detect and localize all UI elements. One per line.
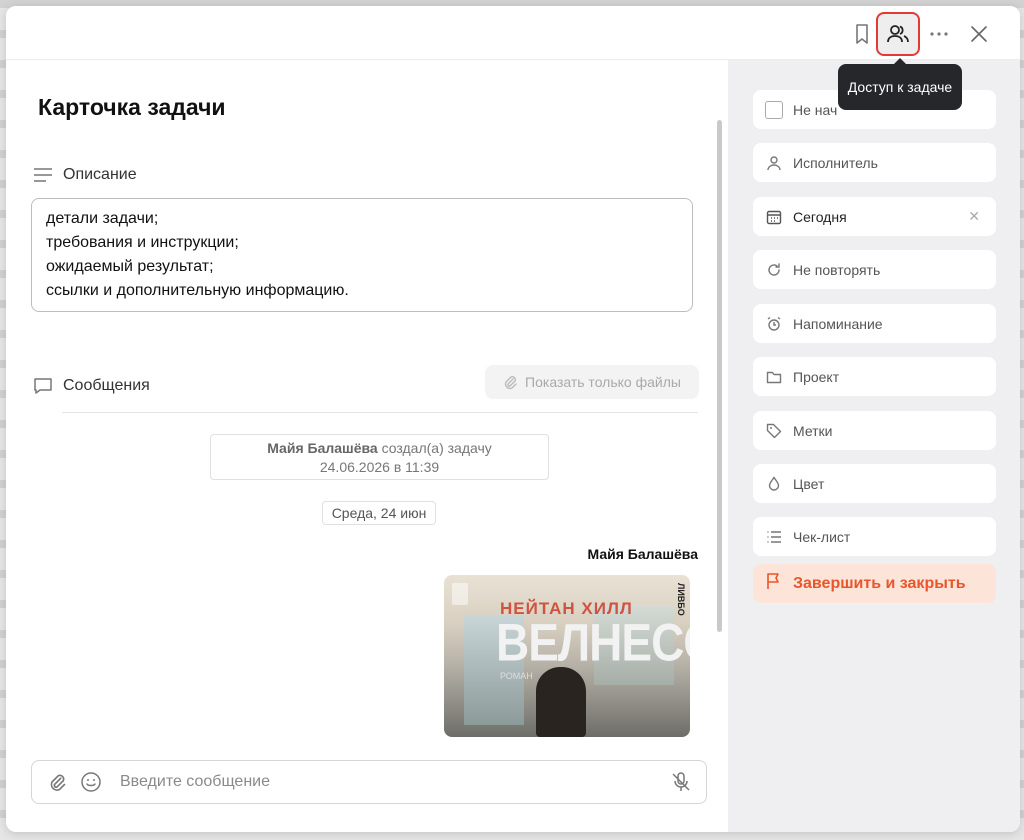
book-title: ВЕЛНЕСС [496, 612, 690, 672]
clear-date-icon[interactable]: ✕ [968, 208, 980, 225]
color-label: Цвет [793, 475, 825, 492]
color-field[interactable]: Цвет [753, 464, 996, 503]
message-composer [31, 760, 707, 804]
bookmark-button[interactable] [842, 14, 882, 54]
modal-topbar [6, 6, 1020, 60]
date-label: Сегодня [793, 208, 847, 225]
close-icon [971, 26, 987, 42]
flag-icon [765, 572, 783, 595]
smile-icon [81, 772, 101, 792]
checklist-field[interactable]: Чек-лист [753, 517, 996, 556]
page-title: Карточка задачи [38, 94, 226, 120]
finish-label: Завершить и закрыть [793, 574, 966, 592]
show-files-label: Показать только файлы [525, 374, 681, 390]
description-field[interactable]: детали задачи; требования и инструкции; … [31, 198, 693, 312]
book-publisher: ЛИВБО [676, 583, 686, 616]
checklist-icon [765, 528, 783, 546]
checklist-label: Чек-лист [793, 528, 851, 545]
reminder-field[interactable]: Напоминание [753, 304, 996, 343]
date-field[interactable]: Сегодня ✕ [753, 197, 996, 236]
access-tooltip: Доступ к задаче [838, 58, 962, 110]
messages-header: Сообщения [33, 377, 150, 395]
reminder-label: Напоминание [793, 315, 883, 332]
book-subtitle: РОМАН [500, 671, 533, 681]
message-author: Майя Балашёва [587, 546, 698, 562]
assignee-label: Исполнитель [793, 154, 878, 171]
more-button[interactable] [919, 14, 959, 54]
tags-field[interactable]: Метки [753, 411, 996, 450]
system-datetime: 24.06.2026 в 11:39 [319, 459, 440, 475]
access-button[interactable] [876, 12, 920, 56]
status-label: Не нач [793, 101, 838, 118]
bookmark-icon [856, 24, 868, 44]
system-action: создал(а) задачу [381, 440, 492, 456]
repeat-label: Не повторять [793, 261, 881, 278]
tags-label: Метки [793, 422, 833, 439]
calendar-icon [765, 208, 783, 226]
project-field[interactable]: Проект [753, 357, 996, 396]
task-main: Карточка задачи Описание детали задачи; … [6, 60, 728, 832]
message-input[interactable] [120, 773, 664, 791]
description-line: ссылки и дополнительную информацию. [46, 282, 349, 299]
repeat-icon [765, 261, 783, 279]
emoji-button[interactable] [74, 765, 108, 799]
repeat-field[interactable]: Не повторять [753, 250, 996, 289]
messages-divider [62, 412, 698, 413]
show-files-button[interactable]: Показать только файлы [485, 365, 699, 399]
microphone-off-icon [672, 772, 690, 791]
description-line: ожидаемый результат; [46, 258, 214, 275]
image-attachment[interactable]: НЕЙТАН ХИЛЛ ВЕЛНЕСС РОМАН ЛИВБО [444, 575, 690, 737]
text-lines-icon [34, 168, 52, 182]
folder-icon [765, 368, 783, 386]
alarm-icon [765, 315, 783, 333]
publisher-logo-icon [452, 583, 468, 605]
chat-bubble-icon [34, 378, 52, 394]
project-label: Проект [793, 368, 840, 385]
voice-button[interactable] [664, 765, 698, 799]
attach-button[interactable] [40, 765, 74, 799]
paperclip-icon [50, 774, 66, 791]
description-line: требования и инструкции; [46, 234, 239, 251]
user-icon [765, 154, 783, 172]
status-checkbox[interactable] [765, 100, 783, 119]
paperclip-icon [504, 376, 517, 390]
users-icon [887, 25, 909, 43]
system-author: Майя Балашёва [267, 440, 378, 456]
assignee-field[interactable]: Исполнитель [753, 143, 996, 182]
droplet-icon [765, 475, 783, 493]
date-chip: Среда, 24 июн [322, 501, 436, 525]
cover-figure [536, 667, 586, 737]
description-label: Описание [63, 166, 137, 183]
task-sidebar: Не нач Исполнитель Сегодня ✕ Не повторят… [728, 60, 1020, 832]
more-icon [930, 32, 948, 36]
finish-close-button[interactable]: Завершить и закрыть [753, 564, 996, 603]
task-card-modal: Доступ к задаче Карточка задачи Описание… [6, 6, 1020, 832]
description-line: детали задачи; [46, 210, 159, 227]
system-message: Майя Балашёва создал(а) задачу 24.06.202… [210, 434, 549, 480]
description-header: Описание [33, 166, 137, 184]
close-button[interactable] [959, 14, 999, 54]
messages-label: Сообщения [63, 377, 150, 394]
main-scrollbar[interactable] [717, 120, 722, 632]
tag-icon [765, 422, 783, 440]
